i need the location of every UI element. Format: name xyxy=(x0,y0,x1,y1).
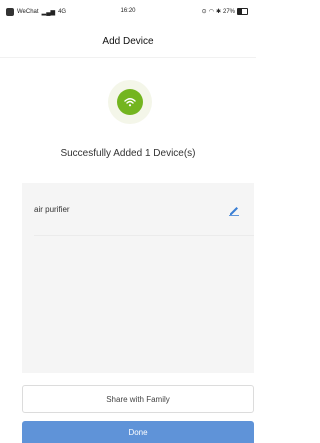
share-with-family-button[interactable]: Share with Family xyxy=(22,385,254,413)
wifi-status-icon: ◠ xyxy=(208,9,214,15)
status-right: ⊙ ◠ ✱ 27% xyxy=(202,8,248,15)
success-message: Succesfully Added 1 Device(s) xyxy=(60,148,196,159)
battery-percent: 27% xyxy=(222,8,235,15)
page-title: Add Device xyxy=(102,36,154,47)
success-icon-ring xyxy=(108,80,152,124)
battery-icon xyxy=(237,8,248,15)
done-button[interactable]: Done xyxy=(22,421,254,443)
device-name: air purifier xyxy=(34,204,70,214)
header-divider xyxy=(0,57,256,58)
status-bar: WeChat ▂▄▆ 4G 16:20 ⊙ ◠ ✱ 27% xyxy=(0,0,256,26)
bluetooth-icon: ✱ xyxy=(215,9,221,15)
device-list: air purifier xyxy=(22,183,254,373)
wifi-icon xyxy=(117,89,143,115)
edit-icon[interactable] xyxy=(228,203,240,216)
location-icon: ⊙ xyxy=(201,9,207,15)
device-row[interactable]: air purifier xyxy=(34,183,254,236)
